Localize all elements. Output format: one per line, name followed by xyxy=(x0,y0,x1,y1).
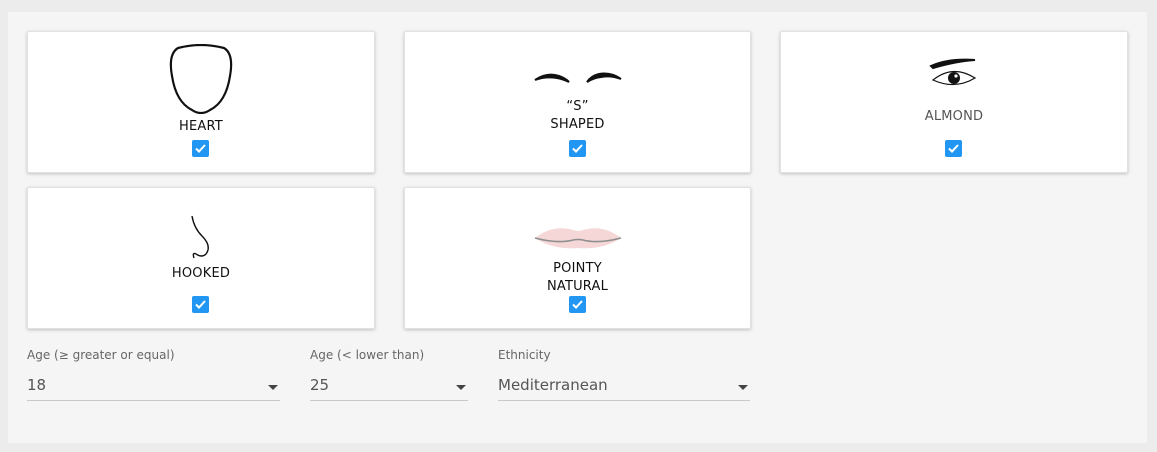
feature-card-eyes[interactable]: ALMOND xyxy=(780,31,1128,173)
age-min-input[interactable]: 18 xyxy=(27,374,280,401)
feature-label-face: HEART xyxy=(179,119,223,134)
pointy-natural-lips-icon xyxy=(405,226,750,250)
checkmark-icon xyxy=(195,300,206,309)
age-max-select[interactable]: Age (< lower than) 25 xyxy=(310,348,468,408)
age-max-value: 25 xyxy=(310,376,330,394)
hooked-nose-icon xyxy=(28,214,374,260)
feature-label-nose: HOOKED xyxy=(171,266,231,281)
checkmark-icon xyxy=(571,144,583,153)
feature-checkbox-eyes[interactable] xyxy=(945,140,962,157)
checkmark-icon xyxy=(948,144,959,153)
age-min-value: 18 xyxy=(27,376,47,394)
feature-card-lips[interactable]: POINTY NATURAL xyxy=(404,187,751,329)
feature-checkbox-face[interactable] xyxy=(192,140,209,157)
feature-checkbox-eyebrows[interactable] xyxy=(568,140,586,157)
ethnicity-label: Ethnicity xyxy=(498,348,551,362)
ethnicity-select[interactable]: Ethnicity Mediterranean xyxy=(498,348,750,408)
feature-card-face[interactable]: HEART xyxy=(27,31,375,173)
age-max-input[interactable]: 25 xyxy=(310,374,468,401)
ethnicity-value: Mediterranean xyxy=(498,376,608,394)
feature-card-nose[interactable]: HOOKED xyxy=(27,187,375,329)
feature-label-eyes: ALMOND xyxy=(924,109,984,124)
age-min-label: Age (≥ greater or equal) xyxy=(27,348,175,362)
chevron-down-icon[interactable] xyxy=(268,385,278,390)
checkmark-icon xyxy=(571,300,583,309)
feature-label-lips: POINTY NATURAL xyxy=(546,261,609,294)
almond-eye-icon xyxy=(781,58,1127,92)
age-max-label: Age (< lower than) xyxy=(310,348,425,362)
feature-card-eyebrows[interactable]: “S” SHAPED xyxy=(404,31,751,173)
ethnicity-input[interactable]: Mediterranean xyxy=(498,374,750,401)
chevron-down-icon[interactable] xyxy=(738,385,748,390)
chevron-down-icon[interactable] xyxy=(456,385,466,390)
feature-selection-panel: HEART “S” SHAPED ALMOND HOOKED POINTY NA… xyxy=(8,12,1147,443)
feature-checkbox-nose[interactable] xyxy=(192,296,209,313)
feature-label-eyebrows: “S” SHAPED xyxy=(550,99,605,132)
s-shaped-eyebrows-icon xyxy=(405,70,750,86)
checkmark-icon xyxy=(195,144,206,153)
heart-face-shape-icon xyxy=(28,44,374,114)
age-min-select[interactable]: Age (≥ greater or equal) 18 xyxy=(27,348,280,408)
feature-checkbox-lips[interactable] xyxy=(568,296,586,313)
